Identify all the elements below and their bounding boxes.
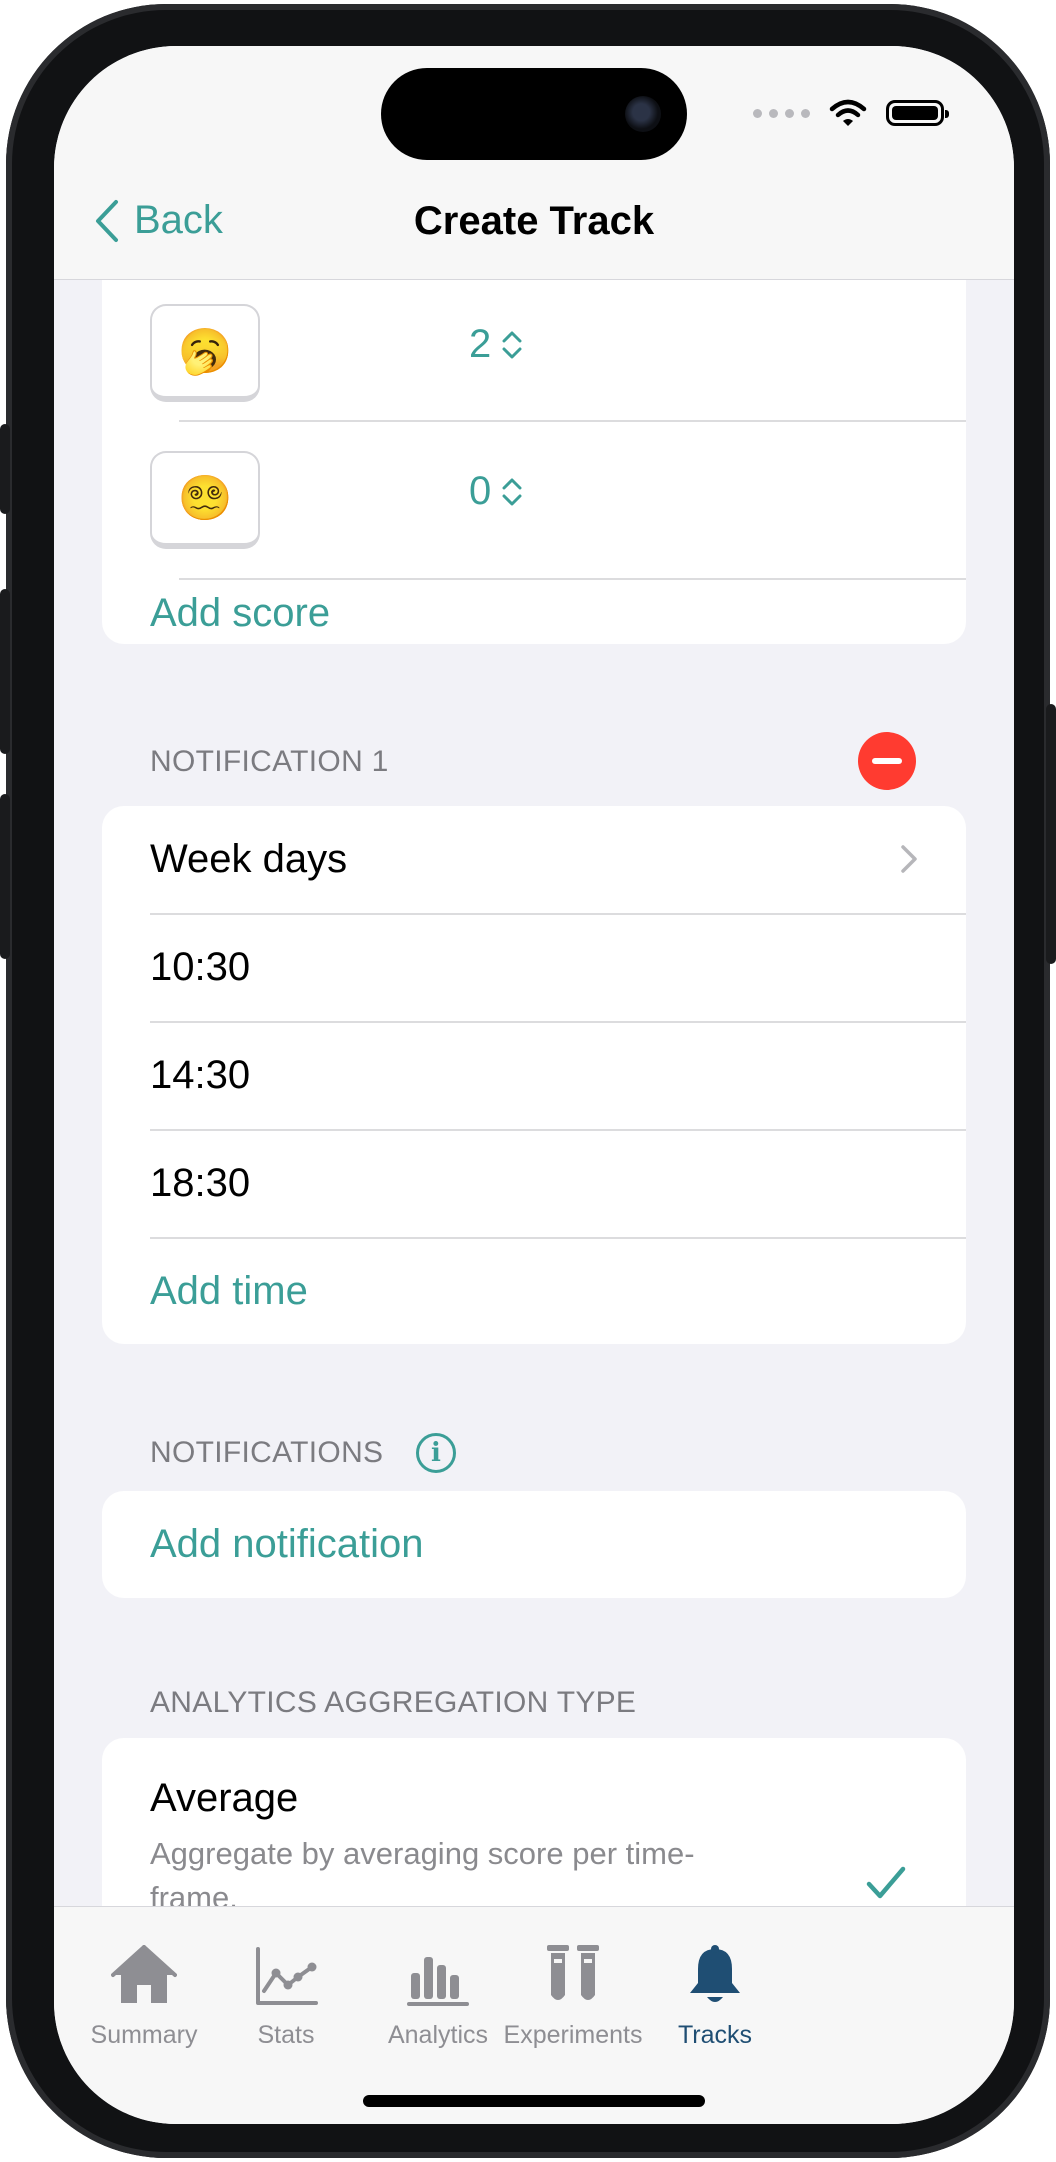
dizzy-face-icon: 😵‍💫 [177, 474, 233, 523]
notifications-card: Add notification [102, 1491, 966, 1598]
tab-label: Tracks [677, 2021, 753, 2049]
notifications-header: NOTIFICATIONS [150, 1436, 384, 1469]
aggregation-option-average[interactable]: Average [150, 1776, 298, 1821]
row-separator [179, 578, 966, 580]
checkmark-icon [866, 1866, 906, 1899]
page-title: Create Track [413, 199, 655, 243]
tab-stats[interactable]: Stats [201, 1941, 371, 2050]
row-separator [150, 1021, 966, 1023]
add-time-button[interactable]: Add time [150, 1238, 308, 1344]
volume-up-button [0, 589, 10, 754]
scroll-content[interactable]: 🥱 2 😵‍💫 0 [54, 46, 1014, 1906]
chevron-up-down-icon [502, 478, 522, 505]
screen: 🥱 2 😵‍💫 0 [54, 46, 1014, 2124]
bell-icon [690, 1945, 740, 2002]
dynamic-island [381, 68, 687, 160]
notification-1-header: NOTIFICATION 1 [150, 745, 389, 778]
add-notification-button[interactable]: Add notification [150, 1491, 424, 1598]
score-emoji-tile[interactable]: 🥱 [150, 304, 260, 402]
notification-1-card: Week days 10:30 14:30 18:30 Add time [102, 806, 966, 1344]
chevron-right-icon [901, 845, 917, 873]
remove-notification-button[interactable] [858, 732, 916, 790]
aggregation-card: Average Aggregate by averaging score per… [102, 1738, 966, 1906]
week-days-row[interactable]: Week days [150, 806, 966, 913]
house-icon [111, 1945, 177, 2003]
tab-label: Stats [257, 2021, 315, 2049]
cellular-signal-icon [753, 108, 810, 118]
camera-icon [625, 96, 661, 132]
score-value: 2 [469, 322, 492, 366]
add-score-button[interactable]: Add score [150, 582, 330, 644]
time-row[interactable]: 18:30 [150, 1130, 250, 1237]
status-bar [753, 98, 949, 128]
info-icon[interactable]: i [416, 1433, 456, 1473]
power-button [1046, 704, 1056, 964]
yawning-face-icon: 🥱 [177, 327, 233, 376]
line-chart-icon [256, 1947, 318, 2005]
score-emoji-tile[interactable]: 😵‍💫 [150, 451, 260, 549]
test-tubes-icon [547, 1945, 599, 2000]
time-row[interactable]: 14:30 [150, 1022, 250, 1129]
home-indicator[interactable] [363, 2095, 705, 2107]
score-value-stepper[interactable]: 2 [469, 322, 523, 367]
action-button [0, 424, 10, 514]
tab-tracks[interactable]: Tracks [630, 1941, 800, 2050]
volume-down-button [0, 794, 10, 959]
aggregation-header: ANALYTICS AGGREGATION TYPE [150, 1686, 637, 1719]
score-value: 0 [469, 469, 492, 513]
aggregation-option-description: Aggregate by averaging score per time-fr… [150, 1836, 695, 1906]
tab-bar: Summary Stats Analytics Experiments Trac… [54, 1906, 1014, 2124]
bar-chart-icon [407, 1957, 469, 2006]
week-days-label: Week days [150, 837, 348, 881]
battery-icon [886, 100, 949, 126]
chevron-up-down-icon [502, 331, 522, 358]
wifi-icon [829, 99, 867, 126]
row-separator [150, 913, 966, 915]
score-value-stepper[interactable]: 0 [469, 469, 523, 514]
row-separator [150, 1129, 966, 1131]
time-row[interactable]: 10:30 [150, 914, 250, 1021]
phone-frame: 🥱 2 😵‍💫 0 [0, 4, 1056, 2158]
row-separator [179, 420, 966, 422]
